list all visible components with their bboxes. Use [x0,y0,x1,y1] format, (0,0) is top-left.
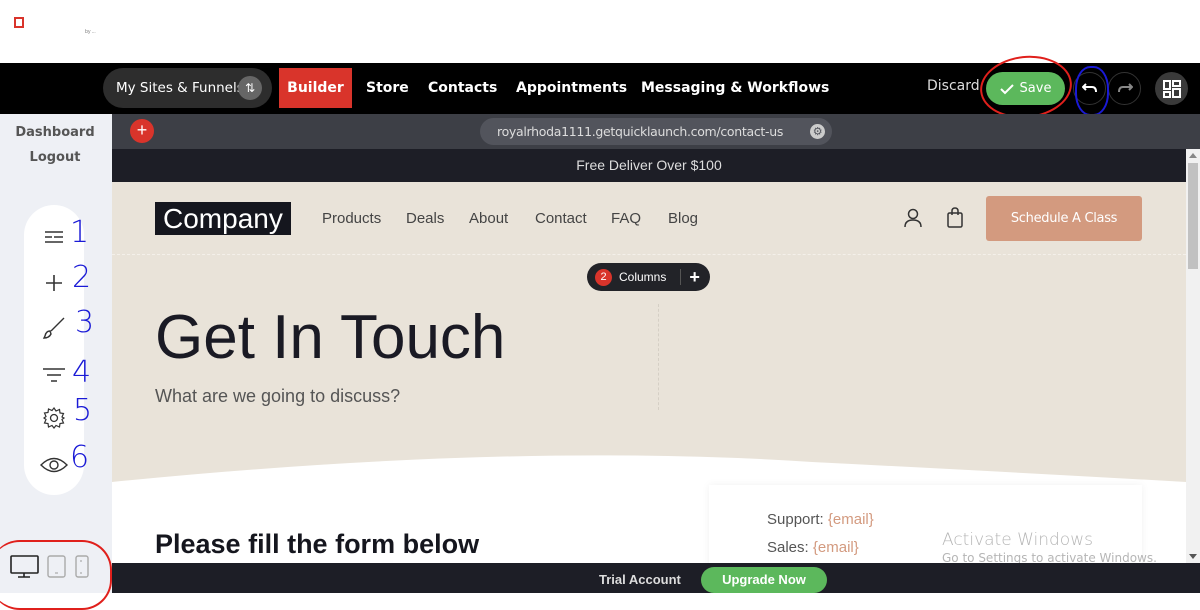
quicklaunch-logo[interactable]: uickLaunch by ... [14,16,96,35]
settings-gear-icon [43,407,65,429]
page-url: royalrhoda1111.getquicklaunch.com/contac… [497,124,784,139]
nav-contacts[interactable]: Contacts [428,68,497,108]
dashboard-grid-button[interactable] [1155,72,1188,105]
section-divider [112,254,1186,255]
page-heading[interactable]: Get In Touch [155,302,505,373]
logout-link[interactable]: Logout [0,150,110,165]
upgrade-now-button[interactable]: Upgrade Now [701,567,827,593]
nav-store[interactable]: Store [366,68,409,108]
sales-email[interactable]: {email} [813,539,859,556]
dashboard-link[interactable]: Dashboard [0,125,110,140]
site-nav-contact[interactable]: Contact [535,210,587,227]
paintbrush-icon [42,317,65,339]
support-contact: Support: {email} [767,511,874,528]
shopping-bag-icon[interactable] [946,207,964,228]
nav-builder[interactable]: Builder [279,68,352,108]
scroll-down-arrow-icon[interactable] [1189,554,1197,559]
dashboard-grid-icon [1162,79,1181,98]
user-account-icon[interactable] [904,208,922,228]
support-label: Support: [767,511,824,528]
trial-account-label: Trial Account [599,572,681,587]
columns-label: Columns [619,270,667,284]
activate-windows-hint: Go to Settings to activate Windows. [942,551,1157,563]
columns-count-badge: 2 [595,268,612,286]
annotation-circle-undo [1075,66,1109,116]
site-nav-blog[interactable]: Blog [668,210,698,227]
page-url-field[interactable]: royalrhoda1111.getquicklaunch.com/contac… [480,118,832,145]
add-column-icon[interactable]: + [689,267,700,288]
annotation-number: 2 [72,260,92,295]
filter-icon [43,368,65,382]
annotation-circle-devices [0,540,112,610]
url-settings-icon[interactable]: ⚙ [810,124,825,139]
column-divider [658,304,659,410]
annotation-number: 5 [73,393,93,428]
canvas-scrollbar[interactable] [1186,149,1200,563]
plus-icon [46,275,62,291]
add-section-button[interactable]: + [130,119,154,143]
annotation-number: 1 [70,215,90,250]
page-canvas: Company Products Deals About Contact FAQ… [112,182,1186,563]
swap-vertical-icon: ⇅ [238,76,262,100]
columns-separator [680,269,682,285]
scroll-up-arrow-icon[interactable] [1189,153,1197,158]
my-sites-label: My Sites & Funnels [116,80,244,96]
site-nav-about[interactable]: About [469,210,508,227]
annotation-number: 6 [70,440,90,475]
brand-logo[interactable]: Company [155,202,291,235]
page-subheading[interactable]: What are we going to discuss? [155,386,400,407]
my-sites-funnels-button[interactable]: My Sites & Funnels ⇅ [103,68,272,108]
nav-appointments[interactable]: Appointments [516,68,627,108]
discard-button[interactable]: Discard [927,78,980,94]
window-top-area [0,0,1200,63]
announcement-bar: Free Deliver Over $100 [112,149,1186,182]
support-email[interactable]: {email} [828,511,874,528]
logo-mark-icon [14,17,24,28]
sales-label: Sales: [767,539,809,556]
layers-menu-icon [45,231,63,243]
site-nav-faq[interactable]: FAQ [611,210,641,227]
annotation-number: 4 [72,355,92,390]
form-title[interactable]: Please fill the form below [155,529,479,560]
eye-preview-icon [40,457,68,473]
redo-button[interactable] [1108,72,1141,105]
site-nav-products[interactable]: Products [322,210,381,227]
scroll-thumb[interactable] [1188,163,1198,269]
redo-icon [1117,83,1133,93]
columns-control[interactable]: 2 Columns + [587,263,710,291]
nav-messaging-workflows[interactable]: Messaging & Workflows [641,68,829,108]
site-nav-deals[interactable]: Deals [406,210,444,227]
sales-contact: Sales: {email} [767,539,859,556]
activate-windows-watermark: Activate Windows [942,530,1093,550]
annotation-number: 3 [75,305,95,340]
schedule-class-button[interactable]: Schedule A Class [986,196,1142,241]
